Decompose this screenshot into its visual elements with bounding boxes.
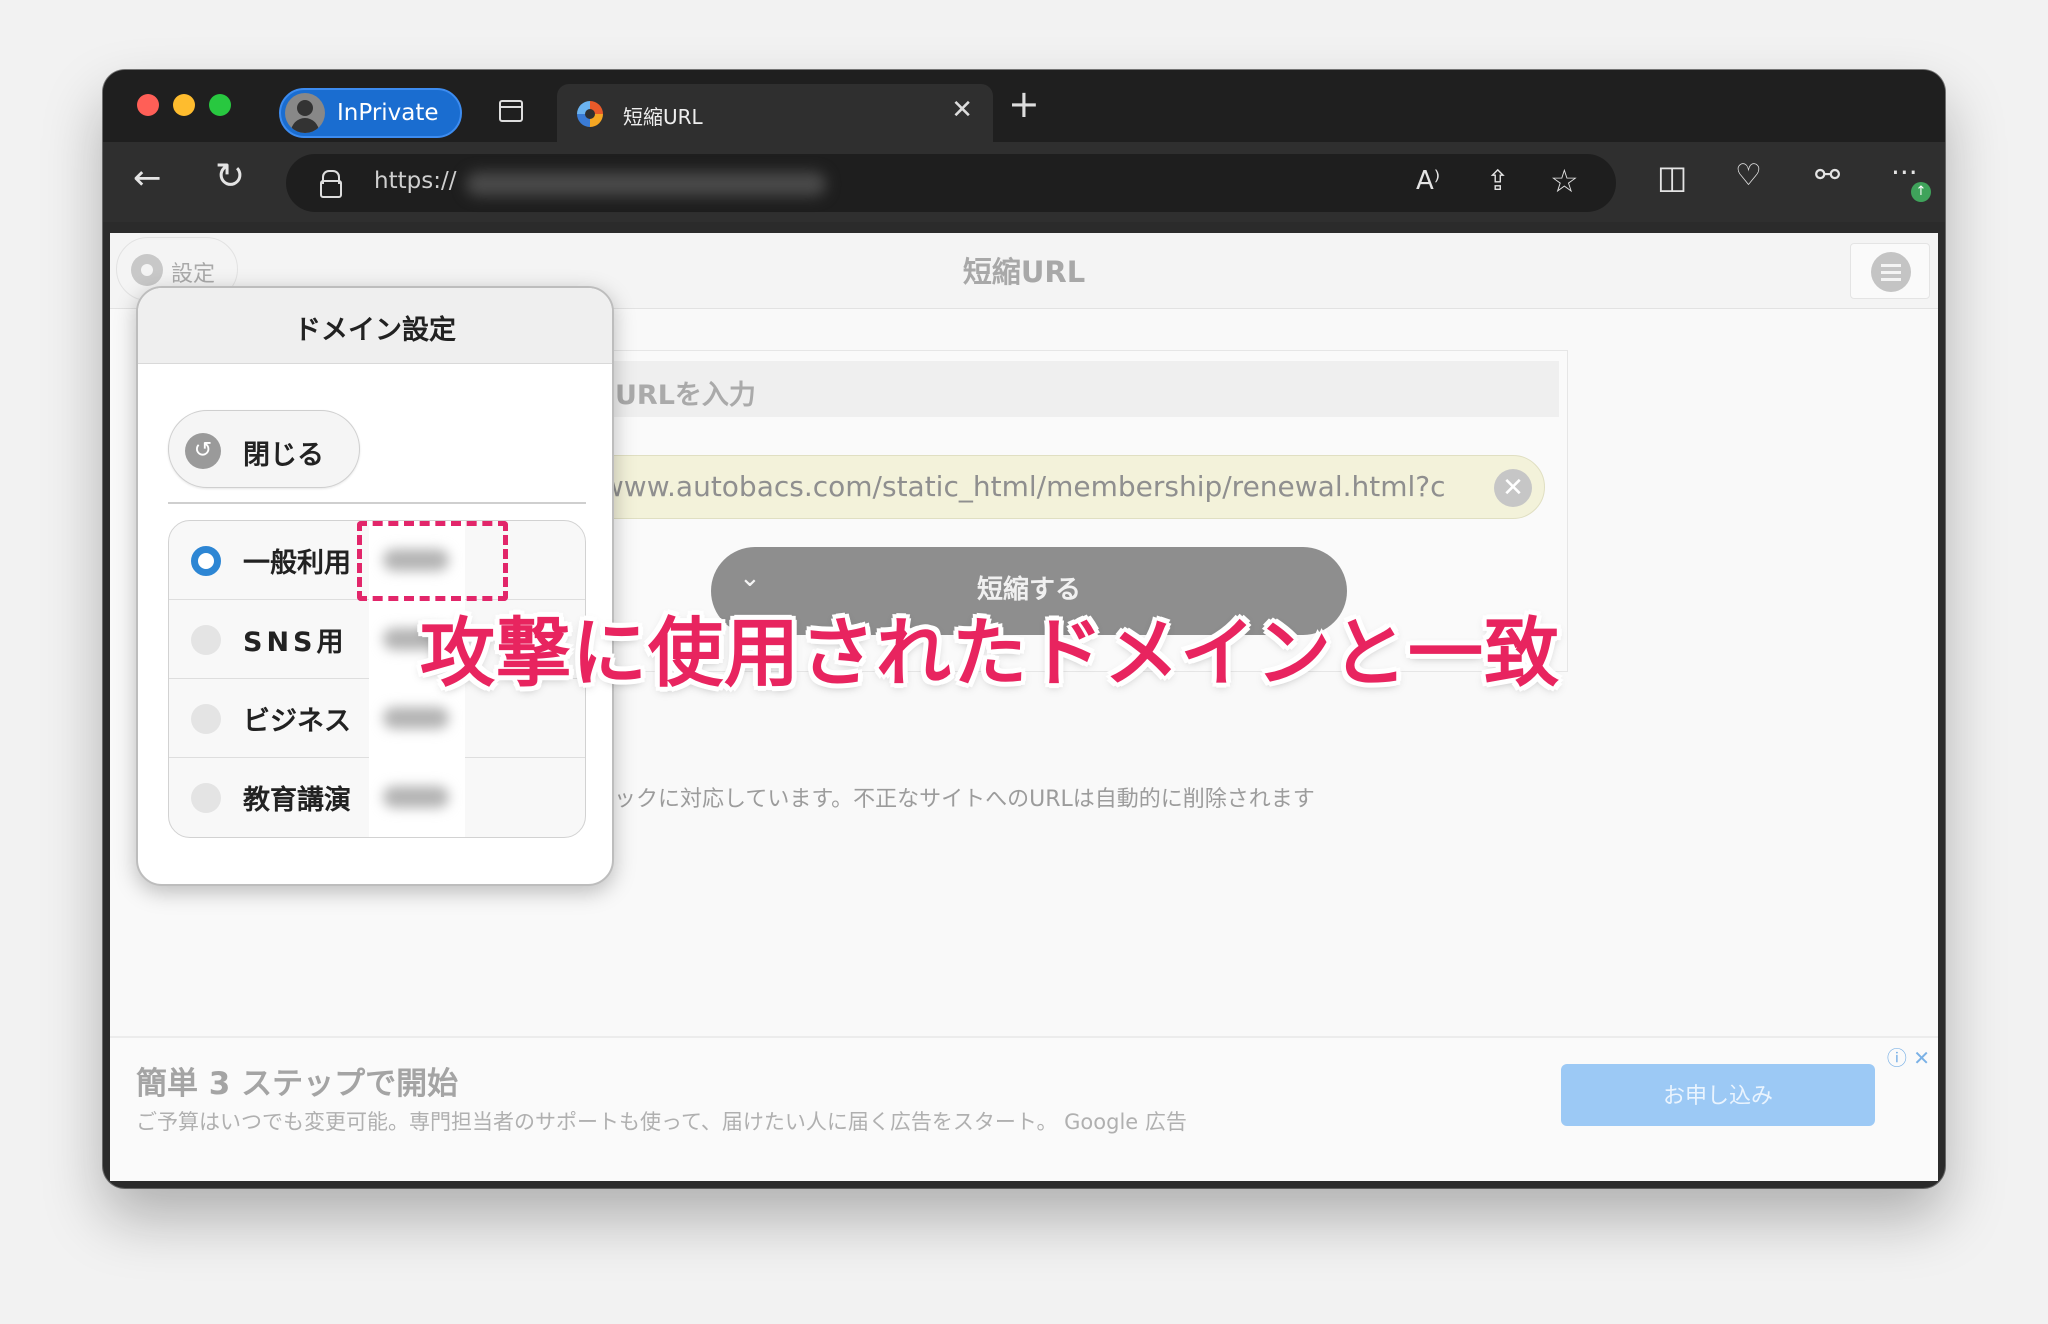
favicon-icon: [577, 101, 603, 127]
read-aloud-icon[interactable]: A⁾: [1416, 166, 1440, 196]
annotation-caption: 攻撃に使用されたドメインと一致: [420, 609, 1561, 697]
browser-health-icon[interactable]: ♡: [1735, 158, 1762, 193]
option-label: ビジネス: [243, 706, 351, 737]
share-icon[interactable]: ⇪: [1486, 164, 1509, 197]
gear-icon: [131, 254, 163, 286]
radio-unselected[interactable]: [191, 783, 221, 813]
maximize-window-button[interactable]: [209, 94, 231, 116]
extensions-icon[interactable]: ⚯: [1815, 158, 1840, 193]
highlight-dashed-box: [357, 521, 508, 601]
ad-apply-button[interactable]: お申し込み: [1561, 1064, 1875, 1126]
ad-description: ご予算はいつでも変更可能。専門担当者のサポートも使って、届けたい人に届く広告をス…: [136, 1110, 1187, 1134]
settings-label: 設定: [171, 262, 216, 287]
tab-bar: InPrivate 短縮URL ✕ +: [103, 70, 1945, 142]
url-input-value: s://www.autobacs.com/static_html/members…: [558, 470, 1446, 503]
ad-info-icon[interactable]: ⓘ: [1887, 1046, 1907, 1070]
hamburger-icon: [1871, 252, 1911, 292]
radio-unselected[interactable]: [191, 704, 221, 734]
avatar-icon: [285, 93, 325, 133]
tab-active[interactable]: 短縮URL ✕: [557, 84, 993, 142]
popup-title: ドメイン設定: [294, 315, 456, 346]
new-tab-icon[interactable]: +: [1008, 82, 1040, 126]
split-screen-icon[interactable]: ◫: [1657, 158, 1687, 196]
close-window-button[interactable]: [137, 94, 159, 116]
ad-title[interactable]: 簡単 3 ステップで開始: [136, 1058, 458, 1103]
blurred-domain: [369, 758, 465, 837]
option-label: 教育講演: [243, 785, 351, 816]
blurred-url: [466, 172, 826, 196]
address-url-text: https://: [374, 168, 457, 194]
option-label: SNS用: [243, 627, 348, 658]
favorite-star-icon[interactable]: ☆: [1550, 162, 1579, 200]
page-title: 短縮URL: [962, 255, 1086, 289]
undo-icon: ↺: [185, 433, 221, 469]
radio-unselected[interactable]: [191, 625, 221, 655]
popup-close-label: 閉じる: [243, 440, 324, 471]
menu-button[interactable]: [1850, 243, 1930, 299]
domain-option-education[interactable]: 教育講演: [169, 758, 585, 837]
ad-controls: ⓘ ✕: [1887, 1042, 1930, 1071]
inprivate-profile-button[interactable]: InPrivate: [279, 88, 462, 138]
option-label: 一般利用: [243, 548, 351, 579]
radio-selected[interactable]: [191, 546, 221, 576]
lock-icon[interactable]: [320, 170, 342, 198]
popup-close-button[interactable]: ↺ 閉じる: [168, 410, 360, 488]
minimize-window-button[interactable]: [173, 94, 195, 116]
notice-text: ェックに対応しています。不正なサイトへのURLは自動的に削除されます: [592, 787, 1315, 812]
popup-header: ドメイン設定: [138, 288, 612, 364]
popup-divider: [168, 502, 586, 504]
update-badge-icon: ↑: [1911, 182, 1931, 202]
tab-actions-icon[interactable]: [499, 100, 523, 122]
browser-toolbar: ← ↻ https:// A⁾ ⇪ ☆ ◫ ♡ ⚯ ··· ↑: [103, 142, 1945, 222]
input-label-bar: たいURLを入力: [561, 361, 1559, 417]
tab-title: 短縮URL: [623, 105, 703, 129]
ad-banner[interactable]: 簡単 3 ステップで開始 ご予算はいつでも変更可能。専門担当者のサポートも使って…: [110, 1036, 1938, 1181]
address-bar[interactable]: https:// A⁾ ⇪ ☆: [286, 154, 1616, 212]
reload-icon[interactable]: ↻: [215, 156, 245, 197]
ad-close-icon[interactable]: ✕: [1913, 1046, 1930, 1070]
clear-input-icon[interactable]: ✕: [1494, 469, 1532, 507]
url-input[interactable]: s://www.autobacs.com/static_html/members…: [557, 455, 1545, 519]
tab-close-icon[interactable]: ✕: [951, 95, 973, 125]
back-icon[interactable]: ←: [133, 158, 162, 198]
inprivate-label: InPrivate: [337, 100, 439, 126]
